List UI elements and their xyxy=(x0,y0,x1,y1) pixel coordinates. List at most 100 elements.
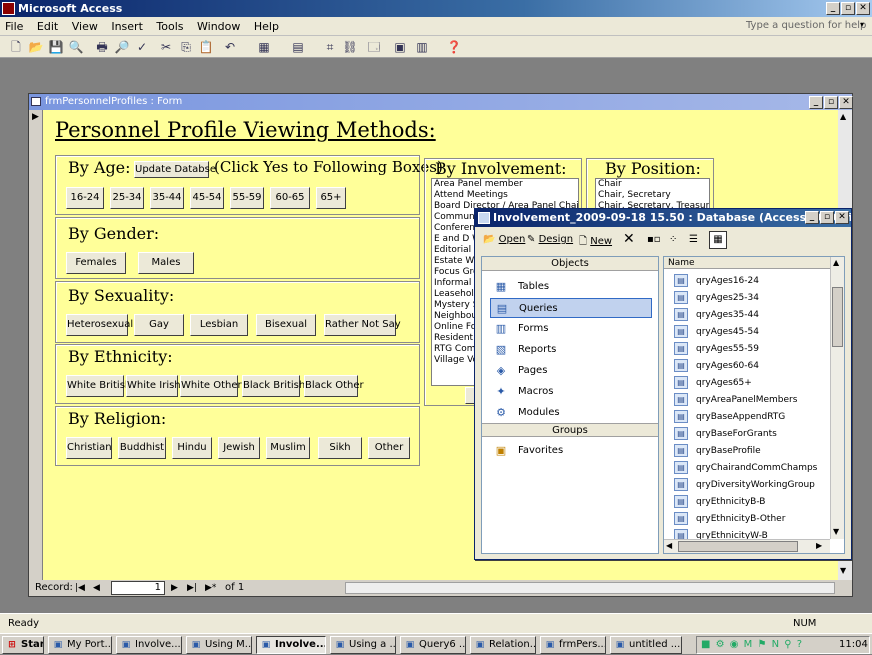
white-other-button[interactable]: White Other xyxy=(180,375,242,397)
list-view-icon[interactable]: ☰ xyxy=(689,234,698,245)
open-icon[interactable]: 📂 xyxy=(28,39,44,55)
form-restore-button[interactable]: ▫ xyxy=(824,96,838,109)
help-icon[interactable]: ❓ xyxy=(446,39,462,55)
taskbar-button[interactable]: ▣ untitled ... xyxy=(610,636,682,654)
query-list-item[interactable]: ▤ qryAreaPanelMembers xyxy=(674,392,797,408)
age-60-65-button[interactable]: 60-65 xyxy=(270,187,310,209)
taskbar-button[interactable]: ▣ Using a ... xyxy=(330,636,396,654)
object-pages[interactable]: ◈ Pages xyxy=(490,361,652,381)
object-forms[interactable]: ▥ Forms xyxy=(490,319,652,339)
open-button[interactable]: 📂 Open xyxy=(483,234,525,245)
previous-record-icon[interactable]: ◀ xyxy=(93,580,100,596)
query-list-item[interactable]: ▤ qryBaseProfile xyxy=(674,443,761,459)
large-icons-view-icon[interactable]: ▪▫ xyxy=(647,234,661,245)
update-database-button[interactable]: Update Databse xyxy=(134,161,216,178)
undo-icon[interactable]: ↶ xyxy=(222,39,238,55)
position-list-item[interactable]: Chair xyxy=(598,179,709,190)
scroll-down-icon[interactable]: ▼ xyxy=(840,566,846,575)
taskbar-button[interactable]: ▣ Query6 ... xyxy=(400,636,466,654)
new-button[interactable]: 🗋 New xyxy=(579,234,612,251)
horizontal-scrollbar[interactable] xyxy=(345,582,835,594)
list-scroll-thumb[interactable] xyxy=(832,287,843,347)
object-reports[interactable]: ▧ Reports xyxy=(490,340,652,360)
query-list-item[interactable]: ▤ qryEthnicityB-Other xyxy=(674,511,785,527)
details-view-icon[interactable]: ▦ xyxy=(709,231,727,249)
design-button[interactable]: ✎ Design xyxy=(527,234,573,245)
record-selector[interactable]: ▶ xyxy=(29,110,43,580)
females-button[interactable]: Females xyxy=(66,252,126,274)
cut-icon[interactable]: ✂ xyxy=(158,39,174,55)
menu-help[interactable]: Help xyxy=(249,17,284,36)
scroll-up-icon[interactable]: ▲ xyxy=(840,112,846,121)
restore-button[interactable]: ▫ xyxy=(841,2,855,15)
list-scroll-down-icon[interactable]: ▼ xyxy=(833,527,839,536)
heterosexual-button[interactable]: Heterosexual xyxy=(66,314,133,336)
relationships-icon[interactable]: ⛓ xyxy=(342,39,358,55)
query-list-item[interactable]: ▤ qryAges55-59 xyxy=(674,341,759,357)
next-record-icon[interactable]: ▶ xyxy=(171,580,178,596)
query-list-item[interactable]: ▤ qryEthnicityW-B xyxy=(674,528,768,539)
query-list-item[interactable]: ▤ qryAges35-44 xyxy=(674,307,759,323)
object-macros[interactable]: ✦ Macros xyxy=(490,382,652,402)
object-modules[interactable]: ⚙ Modules xyxy=(490,403,652,423)
taskbar-button[interactable]: ▣ Involve... xyxy=(256,636,326,654)
list-hscroll-thumb[interactable] xyxy=(678,541,798,552)
query-list-item[interactable]: ▤ qryEthnicityB-B xyxy=(674,494,765,510)
db-minimize-button[interactable]: _ xyxy=(805,211,819,224)
menu-file[interactable]: File xyxy=(0,17,28,36)
list-scroll-up-icon[interactable]: ▲ xyxy=(833,258,839,267)
spelling-icon[interactable]: ✓ xyxy=(134,39,150,55)
object-queries[interactable]: ▤ Queries xyxy=(490,298,652,318)
age-35-44-button[interactable]: 35-44 xyxy=(150,187,184,209)
christian-button[interactable]: Christian xyxy=(66,437,112,459)
age-45-54-button[interactable]: 45-54 xyxy=(190,187,224,209)
help-question-box[interactable]: Type a question for help xyxy=(746,20,866,31)
search-icon[interactable]: 🔍 xyxy=(68,39,84,55)
copy-icon[interactable]: ⎘ xyxy=(178,39,194,55)
white-british-button[interactable]: White British xyxy=(66,375,131,397)
black-other-button[interactable]: Black Other xyxy=(304,375,364,397)
new-object-icon[interactable]: ▣ xyxy=(392,39,408,55)
position-list-item[interactable]: Chair, Secretary xyxy=(598,190,709,201)
query-list-item[interactable]: ▤ qryAges45-54 xyxy=(674,324,759,340)
age-25-34-button[interactable]: 25-34 xyxy=(110,187,144,209)
menu-tools[interactable]: Tools xyxy=(151,17,188,36)
form-close-button[interactable]: ✕ xyxy=(839,96,853,109)
rather-not-say-button[interactable]: Rather Not Say xyxy=(324,314,401,336)
help-dropdown-arrow-icon[interactable]: ▾ xyxy=(860,20,864,29)
buddhist-button[interactable]: Buddhist xyxy=(118,437,166,459)
list-scroll-right-icon[interactable]: ▶ xyxy=(816,541,822,550)
age-16-24-button[interactable]: 16-24 xyxy=(66,187,104,209)
first-record-icon[interactable]: |◀ xyxy=(75,580,85,596)
males-button[interactable]: Males xyxy=(138,252,194,274)
jewish-button[interactable]: Jewish xyxy=(218,437,260,459)
menu-edit[interactable]: Edit xyxy=(32,17,63,36)
analyze-icon[interactable]: ▤ xyxy=(290,39,306,55)
muslim-button[interactable]: Muslim xyxy=(266,437,310,459)
office-links-icon[interactable]: ▦ xyxy=(256,39,272,55)
db-close-button[interactable]: ✕ xyxy=(835,211,849,224)
favorites-group[interactable]: ▣ Favorites xyxy=(490,441,652,461)
db-restore-button[interactable]: ▫ xyxy=(820,211,834,224)
white-irish-button[interactable]: White Irish xyxy=(126,375,181,397)
query-list-item[interactable]: ▤ qryAges65+ xyxy=(674,375,752,391)
list-scroll-left-icon[interactable]: ◀ xyxy=(666,541,672,550)
name-column-header[interactable]: Name xyxy=(664,257,830,269)
query-list-item[interactable]: ▤ qryBaseForGrants xyxy=(674,426,777,442)
form-minimize-button[interactable]: _ xyxy=(809,96,823,109)
gay-button[interactable]: Gay xyxy=(134,314,184,336)
print-icon[interactable]: 🖶 xyxy=(94,39,110,55)
age-65-plus-button[interactable]: 65+ xyxy=(316,187,346,209)
lesbian-button[interactable]: Lesbian xyxy=(190,314,248,336)
taskbar-button[interactable]: ▣ My Port... xyxy=(48,636,112,654)
new-record-icon[interactable]: ▶* xyxy=(205,580,216,596)
query-list-item[interactable]: ▤ qryChairandCommChamps xyxy=(674,460,817,476)
print-preview-icon[interactable]: 🔎 xyxy=(114,39,130,55)
new-icon[interactable]: 🗋 xyxy=(8,39,24,55)
tray-icons[interactable]: ■ ⚙ ◉ M ⚑ N ⚲ ? xyxy=(701,637,803,653)
close-button[interactable]: ✕ xyxy=(856,2,870,15)
bisexual-button[interactable]: Bisexual xyxy=(256,314,316,336)
other-button[interactable]: Other xyxy=(368,437,410,459)
list-vertical-scrollbar[interactable]: ▲ ▼ xyxy=(830,257,844,539)
query-list-item[interactable]: ▤ qryAges60-64 xyxy=(674,358,759,374)
